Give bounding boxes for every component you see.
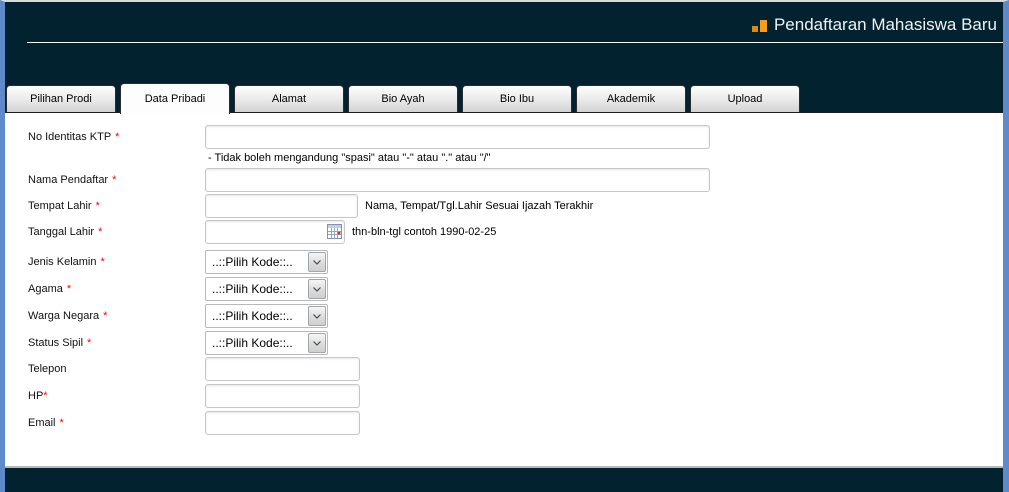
tab-pilihan-prodi[interactable]: Pilihan Prodi bbox=[6, 85, 116, 112]
tempat-lahir-label: Tempat Lahir* bbox=[28, 200, 205, 212]
tanggal-lahir-label: Tanggal Lahir* bbox=[28, 226, 205, 238]
status-sipil-label: Status Sipil* bbox=[28, 337, 205, 349]
tempat-lahir-input[interactable] bbox=[205, 194, 358, 218]
form-content: No Identitas KTP* - Tidak boleh mengandu… bbox=[5, 112, 1003, 466]
ktp-hint: - Tidak boleh mengandung "spasi" atau "-… bbox=[208, 152, 491, 164]
header: Pendaftaran Mahasiswa Baru Pilihan Prodi… bbox=[5, 2, 1003, 112]
app-window: Pendaftaran Mahasiswa Baru Pilihan Prodi… bbox=[0, 0, 1009, 492]
tanggal-lahir-input[interactable] bbox=[205, 220, 345, 244]
nama-pendaftar-label: Nama Pendaftar* bbox=[28, 174, 205, 186]
title-underline bbox=[27, 42, 1003, 43]
tab-strip: Pilihan Prodi Data Pribadi Alamat Bio Ay… bbox=[6, 83, 804, 112]
no-identitas-ktp-label: No Identitas KTP* bbox=[28, 131, 205, 143]
field-row-nama-pendaftar: Nama Pendaftar* bbox=[28, 168, 1003, 192]
chevron-down-icon bbox=[308, 279, 326, 299]
footer bbox=[5, 466, 1003, 492]
field-row-telepon: Telepon bbox=[28, 357, 1003, 381]
field-row-email: Email* bbox=[28, 411, 1003, 435]
email-label: Email* bbox=[28, 417, 205, 429]
jenis-kelamin-select[interactable]: ..::Pilih Kode::.. bbox=[205, 250, 328, 274]
tab-alamat[interactable]: Alamat bbox=[234, 85, 344, 112]
field-row-tempat-lahir: Tempat Lahir* Nama, Tempat/Tgl.Lahir Ses… bbox=[28, 194, 1003, 218]
telepon-input[interactable] bbox=[205, 357, 360, 381]
hp-input[interactable] bbox=[205, 384, 360, 408]
field-row-status-sipil: Status Sipil* ..::Pilih Kode::.. bbox=[28, 331, 1003, 355]
field-row-warga-negara: Warga Negara* ..::Pilih Kode::.. bbox=[28, 304, 1003, 328]
agama-select[interactable]: ..::Pilih Kode::.. bbox=[205, 277, 328, 301]
agama-label: Agama* bbox=[28, 283, 205, 295]
hp-label: HP* bbox=[28, 390, 205, 402]
field-row-tanggal-lahir: Tanggal Lahir* thn-bln-tgl contoh 1990-0… bbox=[28, 220, 1003, 244]
email-input[interactable] bbox=[205, 411, 360, 435]
chevron-down-icon bbox=[308, 306, 326, 326]
calendar-icon[interactable] bbox=[327, 224, 342, 239]
tab-upload[interactable]: Upload bbox=[690, 85, 800, 112]
tab-bio-ibu[interactable]: Bio Ibu bbox=[462, 85, 572, 112]
field-row-hp: HP* bbox=[28, 384, 1003, 408]
ktp-hint-row: - Tidak boleh mengandung "spasi" atau "-… bbox=[28, 151, 1003, 165]
no-identitas-ktp-input[interactable] bbox=[205, 125, 710, 149]
tab-akademik[interactable]: Akademik bbox=[576, 85, 686, 112]
tempat-lahir-hint: Nama, Tempat/Tgl.Lahir Sesuai Ijazah Ter… bbox=[365, 200, 593, 212]
field-row-agama: Agama* ..::Pilih Kode::.. bbox=[28, 277, 1003, 301]
field-row-no-identitas-ktp: No Identitas KTP* bbox=[28, 125, 1003, 149]
chevron-down-icon bbox=[308, 252, 326, 272]
page-title: Pendaftaran Mahasiswa Baru bbox=[774, 15, 997, 35]
orange-blocks-logo-icon bbox=[752, 20, 767, 35]
warga-negara-select[interactable]: ..::Pilih Kode::.. bbox=[205, 304, 328, 328]
warga-negara-label: Warga Negara* bbox=[28, 310, 205, 322]
nama-pendaftar-input[interactable] bbox=[205, 168, 710, 192]
tab-bio-ayah[interactable]: Bio Ayah bbox=[348, 85, 458, 112]
status-sipil-select[interactable]: ..::Pilih Kode::.. bbox=[205, 331, 328, 355]
title-row: Pendaftaran Mahasiswa Baru bbox=[752, 15, 997, 35]
tab-data-pribadi[interactable]: Data Pribadi bbox=[120, 83, 230, 114]
telepon-label: Telepon bbox=[28, 363, 205, 375]
jenis-kelamin-label: Jenis Kelamin* bbox=[28, 256, 205, 268]
field-row-jenis-kelamin: Jenis Kelamin* ..::Pilih Kode::.. bbox=[28, 250, 1003, 274]
tanggal-lahir-hint: thn-bln-tgl contoh 1990-02-25 bbox=[352, 226, 496, 238]
chevron-down-icon bbox=[308, 333, 326, 353]
